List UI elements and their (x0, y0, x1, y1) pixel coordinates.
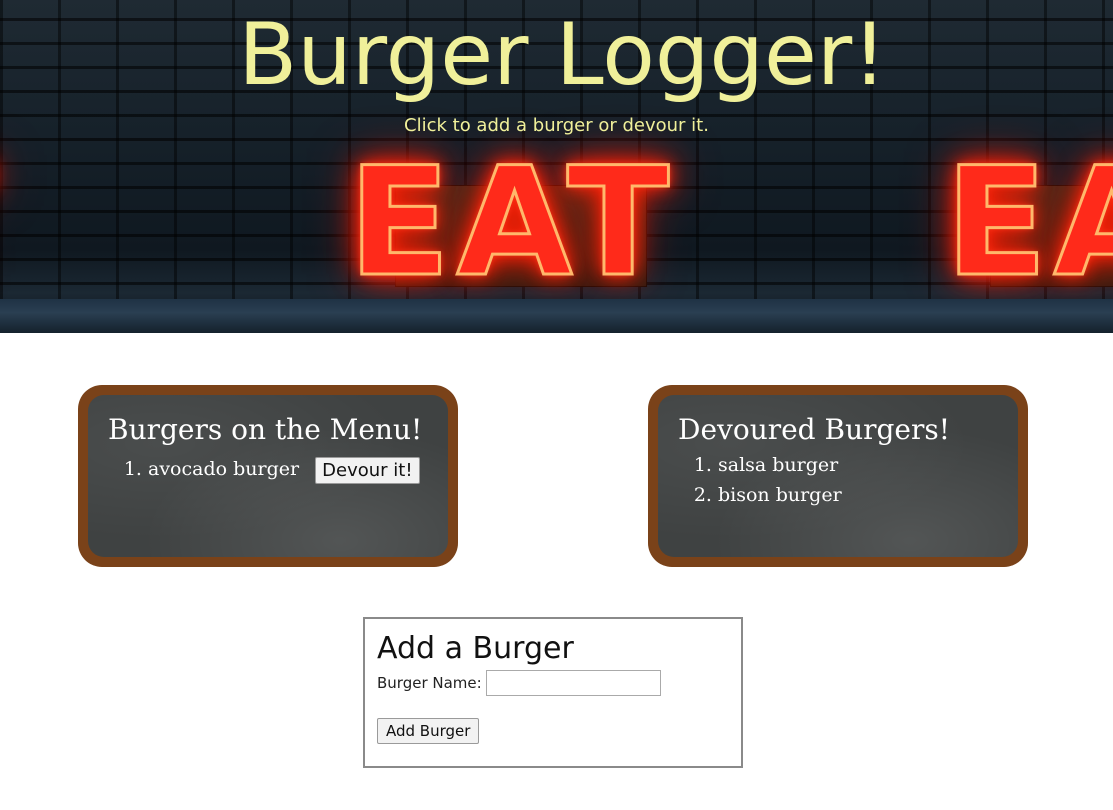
add-burger-form: Add a Burger Burger Name: Add Burger (363, 617, 743, 768)
burger-name-label: Burger Name: (377, 674, 482, 692)
devoured-item: bison burger (718, 482, 998, 508)
menu-heading: Burgers on the Menu! (108, 413, 423, 446)
add-burger-button[interactable]: Add Burger (377, 718, 480, 744)
neon-sign-repeat: EAT (943, 136, 1113, 310)
devoured-heading: Devoured Burgers! (678, 413, 951, 446)
burger-name-input[interactable] (485, 670, 661, 696)
menu-list: avocado burger Devour it! (108, 456, 428, 484)
page-subtitle: Click to add a burger or devour it. (404, 115, 709, 136)
devour-button[interactable]: Devour it! (315, 456, 420, 484)
hero-banner: T EAT EAT Burger Logger! Click to add a … (0, 0, 1113, 333)
devoured-board-surface: Devoured Burgers! salsa burger bison bur… (658, 395, 1018, 557)
page-title: Burger Logger! (238, 5, 887, 105)
burger-name-row: Burger Name: (377, 670, 729, 696)
hero-floor (0, 299, 1113, 333)
menu-board-surface: Burgers on the Menu! avocado burger Devo… (88, 395, 448, 557)
devoured-list: salsa burger bison burger (678, 452, 998, 508)
add-burger-heading: Add a Burger (377, 631, 574, 666)
devoured-board: Devoured Burgers! salsa burger bison bur… (648, 385, 1028, 567)
devoured-item: salsa burger (718, 452, 998, 478)
neon-sign: EAT (346, 136, 676, 310)
menu-board: Burgers on the Menu! avocado burger Devo… (78, 385, 458, 567)
menu-item-name: avocado burger (148, 458, 300, 480)
menu-item: avocado burger Devour it! (148, 456, 428, 484)
